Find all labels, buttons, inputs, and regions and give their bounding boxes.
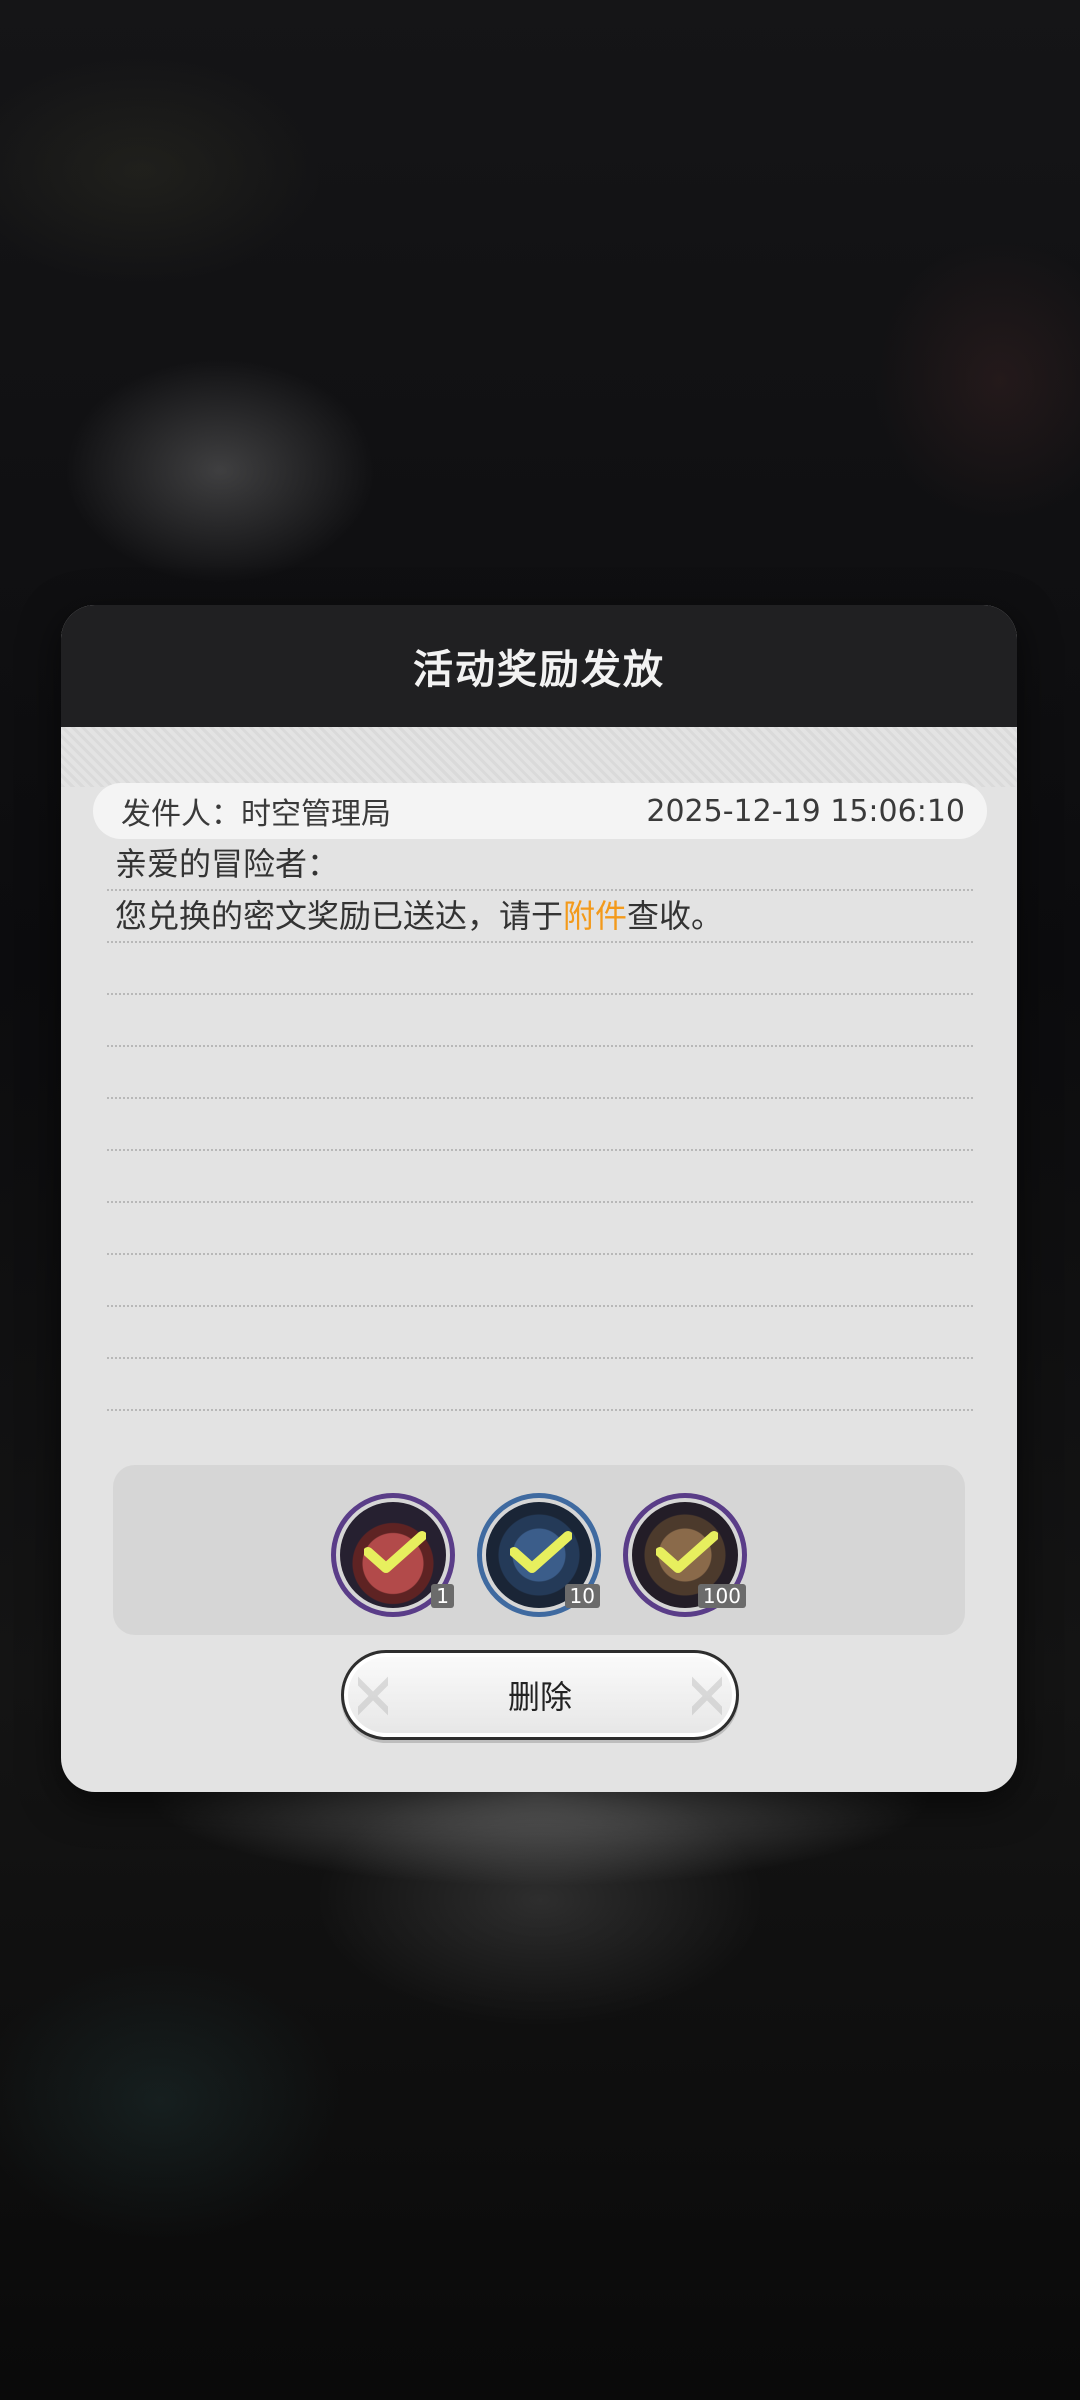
delete-button[interactable]: 删除 [341, 1650, 739, 1740]
blank-line [107, 1099, 973, 1151]
blank-line [107, 1255, 973, 1307]
sender: 发件人： 时空管理局 [121, 789, 391, 833]
blank-line [107, 995, 973, 1047]
message-prefix: 您兑换的密文奖励已送达，请于 [115, 897, 564, 935]
mail-timestamp: 2025-12-19 15:06:10 [646, 793, 965, 829]
blank-line [107, 943, 973, 995]
sender-name: 时空管理局 [241, 797, 391, 832]
sender-label: 发件人： [121, 797, 241, 832]
mail-greeting: 亲爱的冒险者： [107, 839, 973, 891]
attachment-panel: 1 10 100 [113, 1465, 965, 1635]
reward-item-tome[interactable]: 10 [477, 1493, 601, 1617]
claimed-check-icon [656, 1531, 718, 1573]
delete-label: 删除 [507, 1678, 572, 1716]
attachment-link[interactable]: 附件 [563, 897, 627, 935]
reward-item-apple[interactable]: 1 [331, 1493, 455, 1617]
blank-line [107, 1203, 973, 1255]
mail-meta-bar: 发件人： 时空管理局 2025-12-19 15:06:10 [93, 783, 987, 839]
item-quantity: 1 [431, 1584, 454, 1608]
blank-line [107, 1151, 973, 1203]
claimed-check-icon [364, 1531, 426, 1573]
blank-line [107, 1307, 973, 1359]
button-decoration [358, 1671, 388, 1721]
mail-message: 您兑换的密文奖励已送达，请于附件查收。 [107, 891, 973, 943]
blank-line [107, 1047, 973, 1099]
item-quantity: 100 [697, 1584, 746, 1608]
greeting-text: 亲爱的冒险者： [115, 845, 340, 883]
header-hatch-pattern [61, 727, 1017, 787]
mail-dialog: 活动奖励发放 发件人： 时空管理局 2025-12-19 15:06:10 亲爱… [61, 605, 1017, 1792]
dialog-header: 活动奖励发放 [61, 605, 1017, 727]
dialog-title: 活动奖励发放 [413, 647, 665, 693]
mail-body: 亲爱的冒险者： 您兑换的密文奖励已送达，请于附件查收。 [107, 839, 973, 1411]
message-suffix: 查收。 [627, 897, 724, 935]
item-quantity: 10 [564, 1584, 600, 1608]
claimed-check-icon [510, 1531, 572, 1573]
reward-item-crystal[interactable]: 100 [623, 1493, 747, 1617]
blank-line [107, 1359, 973, 1411]
button-decoration [692, 1671, 722, 1721]
